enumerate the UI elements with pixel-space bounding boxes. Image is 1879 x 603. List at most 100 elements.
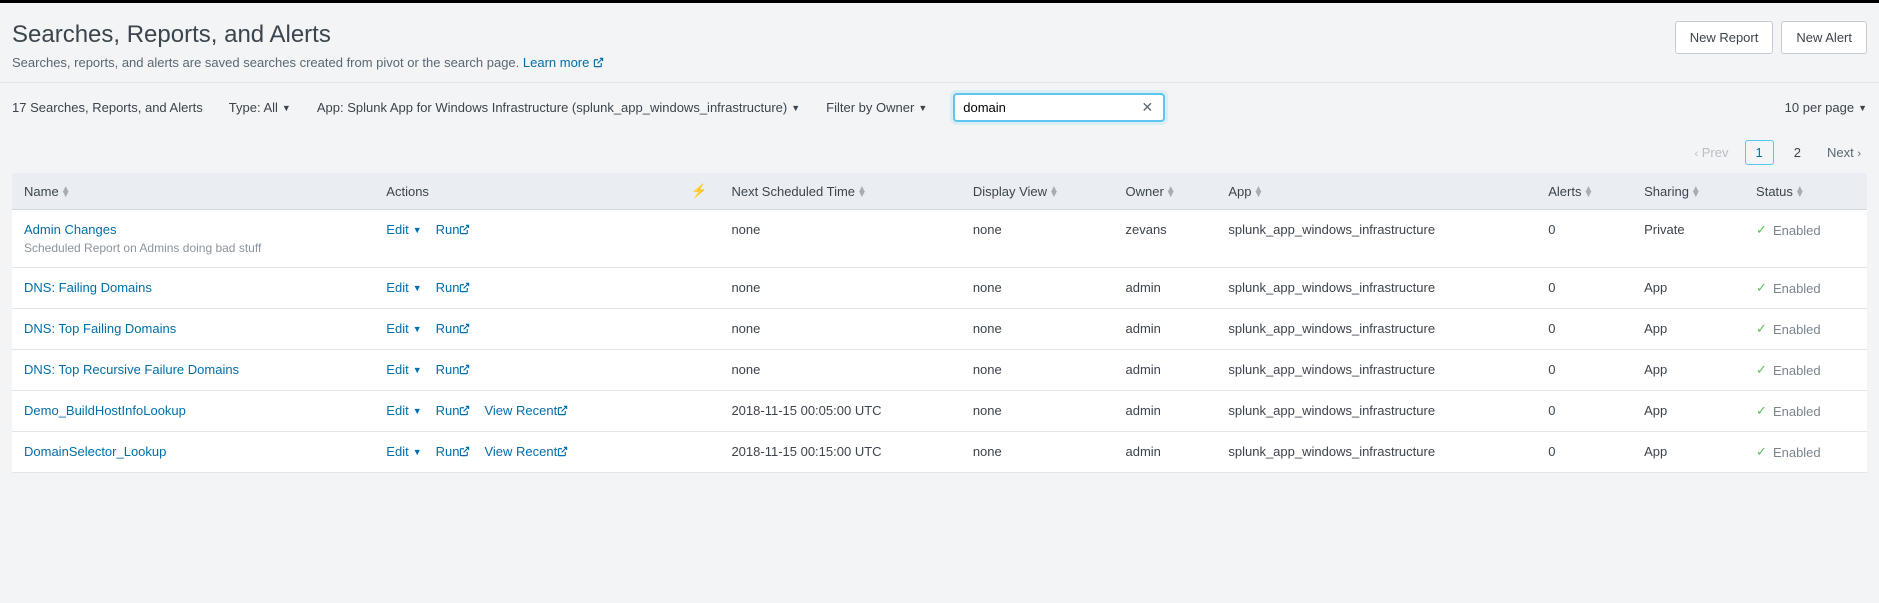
row-name-link[interactable]: Demo_BuildHostInfoLookup [24, 403, 186, 418]
col-alerts[interactable]: Alerts▲▼ [1536, 173, 1632, 210]
cell-display-view: none [961, 391, 1114, 432]
cell-alerts: 0 [1536, 309, 1632, 350]
run-action[interactable]: Run [436, 444, 471, 459]
col-display-view[interactable]: Display View▲▼ [961, 173, 1114, 210]
external-link-icon [459, 323, 470, 334]
edit-action[interactable]: Edit▼ [386, 280, 421, 295]
next-page[interactable]: Next › [1821, 141, 1867, 164]
chevron-left-icon: ‹ [1694, 148, 1698, 160]
row-name-link[interactable]: Admin Changes [24, 222, 117, 237]
external-link-icon [459, 224, 470, 235]
cell-next-scheduled: none [719, 210, 960, 268]
cell-app: splunk_app_windows_infrastructure [1216, 350, 1536, 391]
page-2[interactable]: 2 [1784, 141, 1811, 164]
caret-down-icon: ▼ [282, 103, 291, 113]
col-accelerated[interactable]: ⚡ [679, 173, 719, 210]
external-link-icon [557, 446, 568, 457]
edit-action[interactable]: Edit▼ [386, 444, 421, 459]
chevron-right-icon: › [1857, 148, 1861, 160]
row-name-link[interactable]: DNS: Top Recursive Failure Domains [24, 362, 239, 377]
check-icon: ✓ [1756, 403, 1767, 419]
table-row: DomainSelector_Lookup Edit▼ Run View Recen… [12, 432, 1867, 473]
run-action[interactable]: Run [436, 222, 471, 237]
row-subtitle: Scheduled Report on Admins doing bad stu… [24, 241, 362, 255]
edit-action[interactable]: Edit▼ [386, 222, 421, 237]
col-owner[interactable]: Owner▲▼ [1113, 173, 1216, 210]
cell-owner: zevans [1113, 210, 1216, 268]
edit-action[interactable]: Edit▼ [386, 321, 421, 336]
external-link-icon [459, 446, 470, 457]
cell-next-scheduled: 2018-11-15 00:05:00 UTC [719, 391, 960, 432]
cell-display-view: none [961, 268, 1114, 309]
page-1[interactable]: 1 [1745, 140, 1774, 165]
cell-alerts: 0 [1536, 432, 1632, 473]
cell-app: splunk_app_windows_infrastructure [1216, 309, 1536, 350]
sort-icon: ▲▼ [1691, 187, 1701, 197]
learn-more-link[interactable]: Learn more [523, 55, 604, 70]
clear-search-icon[interactable]: ✕ [1140, 99, 1156, 116]
cell-status: ✓Enabled [1756, 321, 1855, 337]
run-action[interactable]: Run [436, 280, 471, 295]
table-row: DNS: Top Recursive Failure Domains Edit▼ R… [12, 350, 1867, 391]
sort-icon: ▲▼ [1254, 187, 1264, 197]
col-app[interactable]: App▲▼ [1216, 173, 1536, 210]
cell-next-scheduled: none [719, 350, 960, 391]
check-icon: ✓ [1756, 362, 1767, 378]
type-filter[interactable]: Type: All ▼ [229, 100, 291, 115]
col-name[interactable]: Name▲▼ [12, 173, 374, 210]
cell-next-scheduled: none [719, 309, 960, 350]
col-next-scheduled[interactable]: Next Scheduled Time▲▼ [719, 173, 960, 210]
caret-down-icon: ▼ [413, 406, 422, 416]
cell-display-view: none [961, 432, 1114, 473]
row-name-link[interactable]: DomainSelector_Lookup [24, 444, 166, 459]
view-recent-action[interactable]: View Recent [484, 444, 568, 459]
cell-owner: admin [1113, 391, 1216, 432]
table-row: DNS: Top Failing DomainsEdit▼Run nonenon… [12, 309, 1867, 350]
edit-action[interactable]: Edit▼ [386, 362, 421, 377]
run-action[interactable]: Run [436, 321, 471, 336]
search-input[interactable] [963, 100, 1139, 115]
new-report-button[interactable]: New Report [1675, 21, 1774, 54]
caret-down-icon: ▼ [413, 324, 422, 334]
cell-alerts: 0 [1536, 268, 1632, 309]
external-link-icon [459, 364, 470, 375]
check-icon: ✓ [1756, 444, 1767, 460]
check-icon: ✓ [1756, 321, 1767, 337]
app-filter[interactable]: App: Splunk App for Windows Infrastructu… [317, 100, 800, 115]
per-page-select[interactable]: 10 per page ▼ [1785, 100, 1867, 115]
search-input-wrap[interactable]: ✕ [953, 93, 1165, 122]
cell-owner: admin [1113, 350, 1216, 391]
col-status[interactable]: Status▲▼ [1744, 173, 1867, 210]
cell-owner: admin [1113, 309, 1216, 350]
edit-action[interactable]: Edit▼ [386, 403, 421, 418]
cell-status: ✓Enabled [1756, 362, 1855, 378]
col-sharing[interactable]: Sharing▲▼ [1632, 173, 1744, 210]
caret-down-icon: ▼ [791, 103, 800, 113]
lightning-icon: ⚡ [691, 183, 707, 198]
check-icon: ✓ [1756, 280, 1767, 296]
sort-icon: ▲▼ [1166, 187, 1176, 197]
view-recent-action[interactable]: View Recent [484, 403, 568, 418]
prev-page: ‹ Prev [1688, 141, 1734, 164]
caret-down-icon: ▼ [413, 447, 422, 457]
cell-app: splunk_app_windows_infrastructure [1216, 391, 1536, 432]
cell-status: ✓Enabled [1756, 403, 1855, 419]
new-alert-button[interactable]: New Alert [1781, 21, 1867, 54]
row-name-link[interactable]: DNS: Failing Domains [24, 280, 152, 295]
searches-table: Name▲▼ Actions ⚡ Next Scheduled Time▲▼ D… [12, 173, 1867, 473]
cell-alerts: 0 [1536, 391, 1632, 432]
cell-alerts: 0 [1536, 210, 1632, 268]
owner-filter[interactable]: Filter by Owner ▼ [826, 100, 927, 115]
cell-app: splunk_app_windows_infrastructure [1216, 432, 1536, 473]
table-row: DNS: Failing DomainsEdit▼Run nonenoneadm… [12, 268, 1867, 309]
cell-sharing: App [1632, 309, 1744, 350]
cell-app: splunk_app_windows_infrastructure [1216, 210, 1536, 268]
col-actions: Actions [374, 173, 679, 210]
cell-status: ✓Enabled [1756, 444, 1855, 460]
caret-down-icon: ▼ [413, 365, 422, 375]
table-row: Demo_BuildHostInfoLookup Edit▼ Run View Re… [12, 391, 1867, 432]
row-name-link[interactable]: DNS: Top Failing Domains [24, 321, 176, 336]
check-icon: ✓ [1756, 222, 1767, 238]
run-action[interactable]: Run [436, 362, 471, 377]
run-action[interactable]: Run [436, 403, 471, 418]
